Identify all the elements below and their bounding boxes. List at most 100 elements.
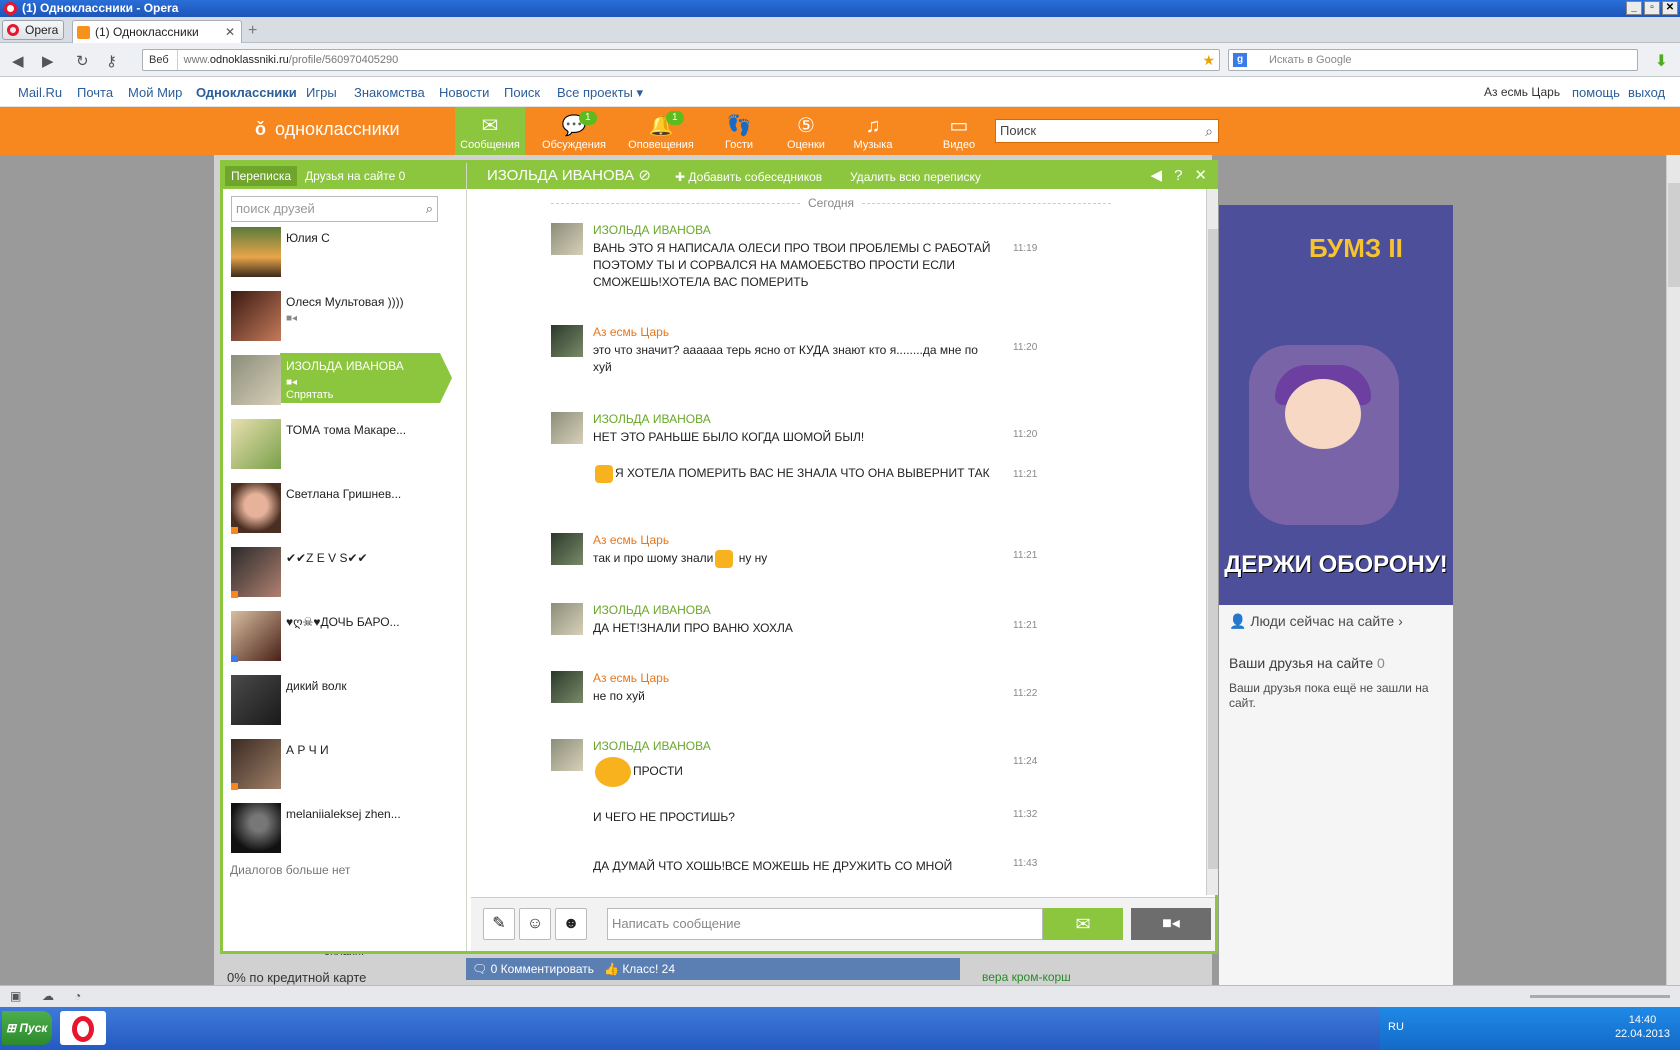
pencil-icon[interactable]: ✎: [483, 908, 515, 940]
avatar[interactable]: [551, 739, 583, 771]
portal-link-mailru[interactable]: Mail.Ru: [18, 85, 62, 100]
google-search-field[interactable]: g Искать в Google: [1228, 49, 1638, 71]
portal-link-odnoklassniki[interactable]: Одноклассники: [196, 85, 297, 100]
ok-logo[interactable]: ǒ одноклассники: [255, 119, 400, 140]
message-text: так и про шому знали: [593, 551, 714, 566]
avatar[interactable]: [551, 671, 583, 703]
conversation-item[interactable]: Светлана Гришнев...: [230, 481, 460, 545]
bg-comments-link[interactable]: 0 Комментировать: [491, 962, 594, 976]
video-call-button[interactable]: ■◂: [1131, 908, 1211, 940]
portal-link-all-projects[interactable]: Все проекты ▾: [557, 85, 643, 101]
conversation-item[interactable]: melaniialeksej zhen...: [230, 801, 460, 865]
message-author[interactable]: Аз есмь Царь: [593, 671, 669, 685]
conversation-item[interactable]: Юлия С: [230, 225, 460, 289]
smiley-icon[interactable]: ☻: [555, 908, 587, 940]
conversation-item[interactable]: Олеся Мультовая )))) ■◂: [230, 289, 460, 353]
portal-link-games[interactable]: Игры: [306, 85, 337, 100]
bookmark-star-icon[interactable]: ★: [1202, 50, 1215, 70]
video-camera-icon: ■◂: [286, 313, 298, 324]
people-online-link[interactable]: 👤 Люди сейчас на сайте ›: [1229, 613, 1403, 630]
taskbar-opera-button[interactable]: [60, 1011, 106, 1045]
download-icon[interactable]: ⬇: [1655, 51, 1668, 71]
nav-notifications[interactable]: 🔔 1 Оповещения: [626, 107, 696, 155]
message-author[interactable]: Аз есмь Царь: [593, 325, 669, 339]
ok-search-input[interactable]: Поиск ⌕: [995, 119, 1219, 143]
emoticon-icon: [715, 550, 734, 568]
conversation-item[interactable]: дикий волк: [230, 673, 460, 737]
help-link[interactable]: помощь: [1572, 85, 1620, 100]
nav-discussions[interactable]: 💬 1 Обсуждения: [539, 107, 609, 155]
conversation-item-selected[interactable]: ИЗОЛЬДА ИВАНОВА ■◂ Спрятать: [230, 353, 460, 417]
back-icon[interactable]: ◀: [12, 52, 24, 70]
maximize-button[interactable]: ▫: [1644, 1, 1660, 15]
page-scrollbar-thumb[interactable]: [1668, 183, 1680, 287]
bg-klass-link[interactable]: Класс! 24: [622, 962, 675, 976]
key-icon[interactable]: ⚷: [106, 52, 117, 70]
nav-video[interactable]: ▭ Видео: [924, 107, 994, 155]
clock-date: 22.04.2013: [1614, 1028, 1670, 1040]
cloud-icon[interactable]: ☁: [42, 989, 54, 1003]
avatar[interactable]: [551, 412, 583, 444]
portal-link-news[interactable]: Новости: [439, 85, 489, 100]
conversation-item[interactable]: ТОМА тома Макаре...: [230, 417, 460, 481]
message-author[interactable]: ИЗОЛЬДА ИВАНОВА: [593, 412, 711, 426]
avatar[interactable]: [551, 603, 583, 635]
block-icon[interactable]: ⊘: [638, 167, 651, 184]
panel-toggle-icon[interactable]: ▣: [10, 989, 21, 1003]
stickers-icon[interactable]: ☺: [519, 908, 551, 940]
message-author[interactable]: ИЗОЛЬДА ИВАНОВА: [593, 223, 711, 237]
zoom-slider[interactable]: [1530, 995, 1670, 998]
start-button[interactable]: ⊞ Пуск: [2, 1011, 52, 1045]
portal-link-mail[interactable]: Почта: [77, 85, 113, 100]
bg-name-link[interactable]: вера кром-корш: [982, 970, 1071, 984]
avatar[interactable]: [551, 325, 583, 357]
nav-music[interactable]: ♫ Музыка: [838, 107, 908, 155]
conversation-item[interactable]: ✔✔Z E V S✔✔: [230, 545, 460, 609]
current-user-name[interactable]: Аз есмь Царь: [1484, 85, 1560, 99]
message-input[interactable]: Написать сообщение: [607, 908, 1043, 940]
nav-guests[interactable]: 👣 Гости: [704, 107, 774, 155]
avatar[interactable]: [551, 533, 583, 565]
opera-menu-button[interactable]: Opera: [2, 20, 64, 40]
avatar[interactable]: [551, 223, 583, 255]
minimize-button[interactable]: _: [1626, 1, 1642, 15]
sound-icon[interactable]: ◀: [1151, 166, 1163, 186]
close-dialog-icon[interactable]: ✕: [1194, 166, 1207, 186]
new-tab-icon[interactable]: +: [248, 22, 257, 40]
scrollbar-thumb[interactable]: [1208, 229, 1218, 869]
nav-ratings-label: Оценки: [787, 139, 825, 151]
message-author[interactable]: Аз есмь Царь: [593, 533, 669, 547]
browser-tab[interactable]: (1) Одноклассники ✕: [72, 20, 242, 43]
message-author[interactable]: ИЗОЛЬДА ИВАНОВА: [593, 603, 711, 617]
portal-link-myworld[interactable]: Мой Мир: [128, 85, 182, 100]
nav-messages[interactable]: ✉ Сообщения: [455, 107, 525, 155]
help-icon[interactable]: ?: [1174, 166, 1182, 186]
message-scrollbar[interactable]: [1206, 189, 1218, 895]
conversation-item[interactable]: А Р Ч И: [230, 737, 460, 801]
message-author[interactable]: ИЗОЛЬДА ИВАНОВА: [593, 739, 711, 753]
send-button[interactable]: ✉: [1043, 908, 1123, 940]
game-ad-banner[interactable]: БУМЗ II ДЕРЖИ ОБОРОНУ!: [1219, 205, 1453, 605]
tray-clock[interactable]: 14:40 22.04.2013: [1615, 1013, 1670, 1041]
speed-dial-icon[interactable]: ◔: [74, 989, 81, 1003]
add-participants-button[interactable]: ✚ Добавить собеседников: [675, 168, 822, 186]
conversation-list: Юлия С Олеся Мультовая )))) ■◂ ИЗОЛЬДА И…: [230, 225, 460, 865]
search-icon[interactable]: ⌕: [426, 197, 433, 221]
nav-ratings[interactable]: ⑤ Оценки: [771, 107, 841, 155]
friend-search-input[interactable]: поиск друзей ⌕: [231, 196, 438, 222]
close-button[interactable]: ✕: [1662, 1, 1678, 15]
portal-link-dating[interactable]: Знакомства: [354, 85, 425, 100]
page-scrollbar[interactable]: [1666, 155, 1680, 985]
search-icon[interactable]: ⌕: [1205, 120, 1213, 142]
logout-link[interactable]: выход: [1628, 85, 1665, 100]
keyboard-language[interactable]: RU: [1388, 1021, 1404, 1033]
reload-icon[interactable]: ↻: [76, 52, 89, 70]
forward-icon[interactable]: ▶: [42, 52, 54, 70]
delete-conversation-button[interactable]: Удалить всю переписку: [850, 168, 981, 186]
portal-link-search[interactable]: Поиск: [504, 85, 540, 100]
address-field[interactable]: Веб www.odnoklassniki.ru/profile/56097040…: [142, 49, 1220, 71]
bg-credit-link[interactable]: 0% по кредитной карте: [227, 970, 366, 985]
tab-close-icon[interactable]: ✕: [225, 21, 235, 43]
hide-conversation-link[interactable]: Спрятать: [286, 389, 333, 401]
conversation-item[interactable]: ♥ღ☠♥ДОЧЬ БАРО...: [230, 609, 460, 673]
